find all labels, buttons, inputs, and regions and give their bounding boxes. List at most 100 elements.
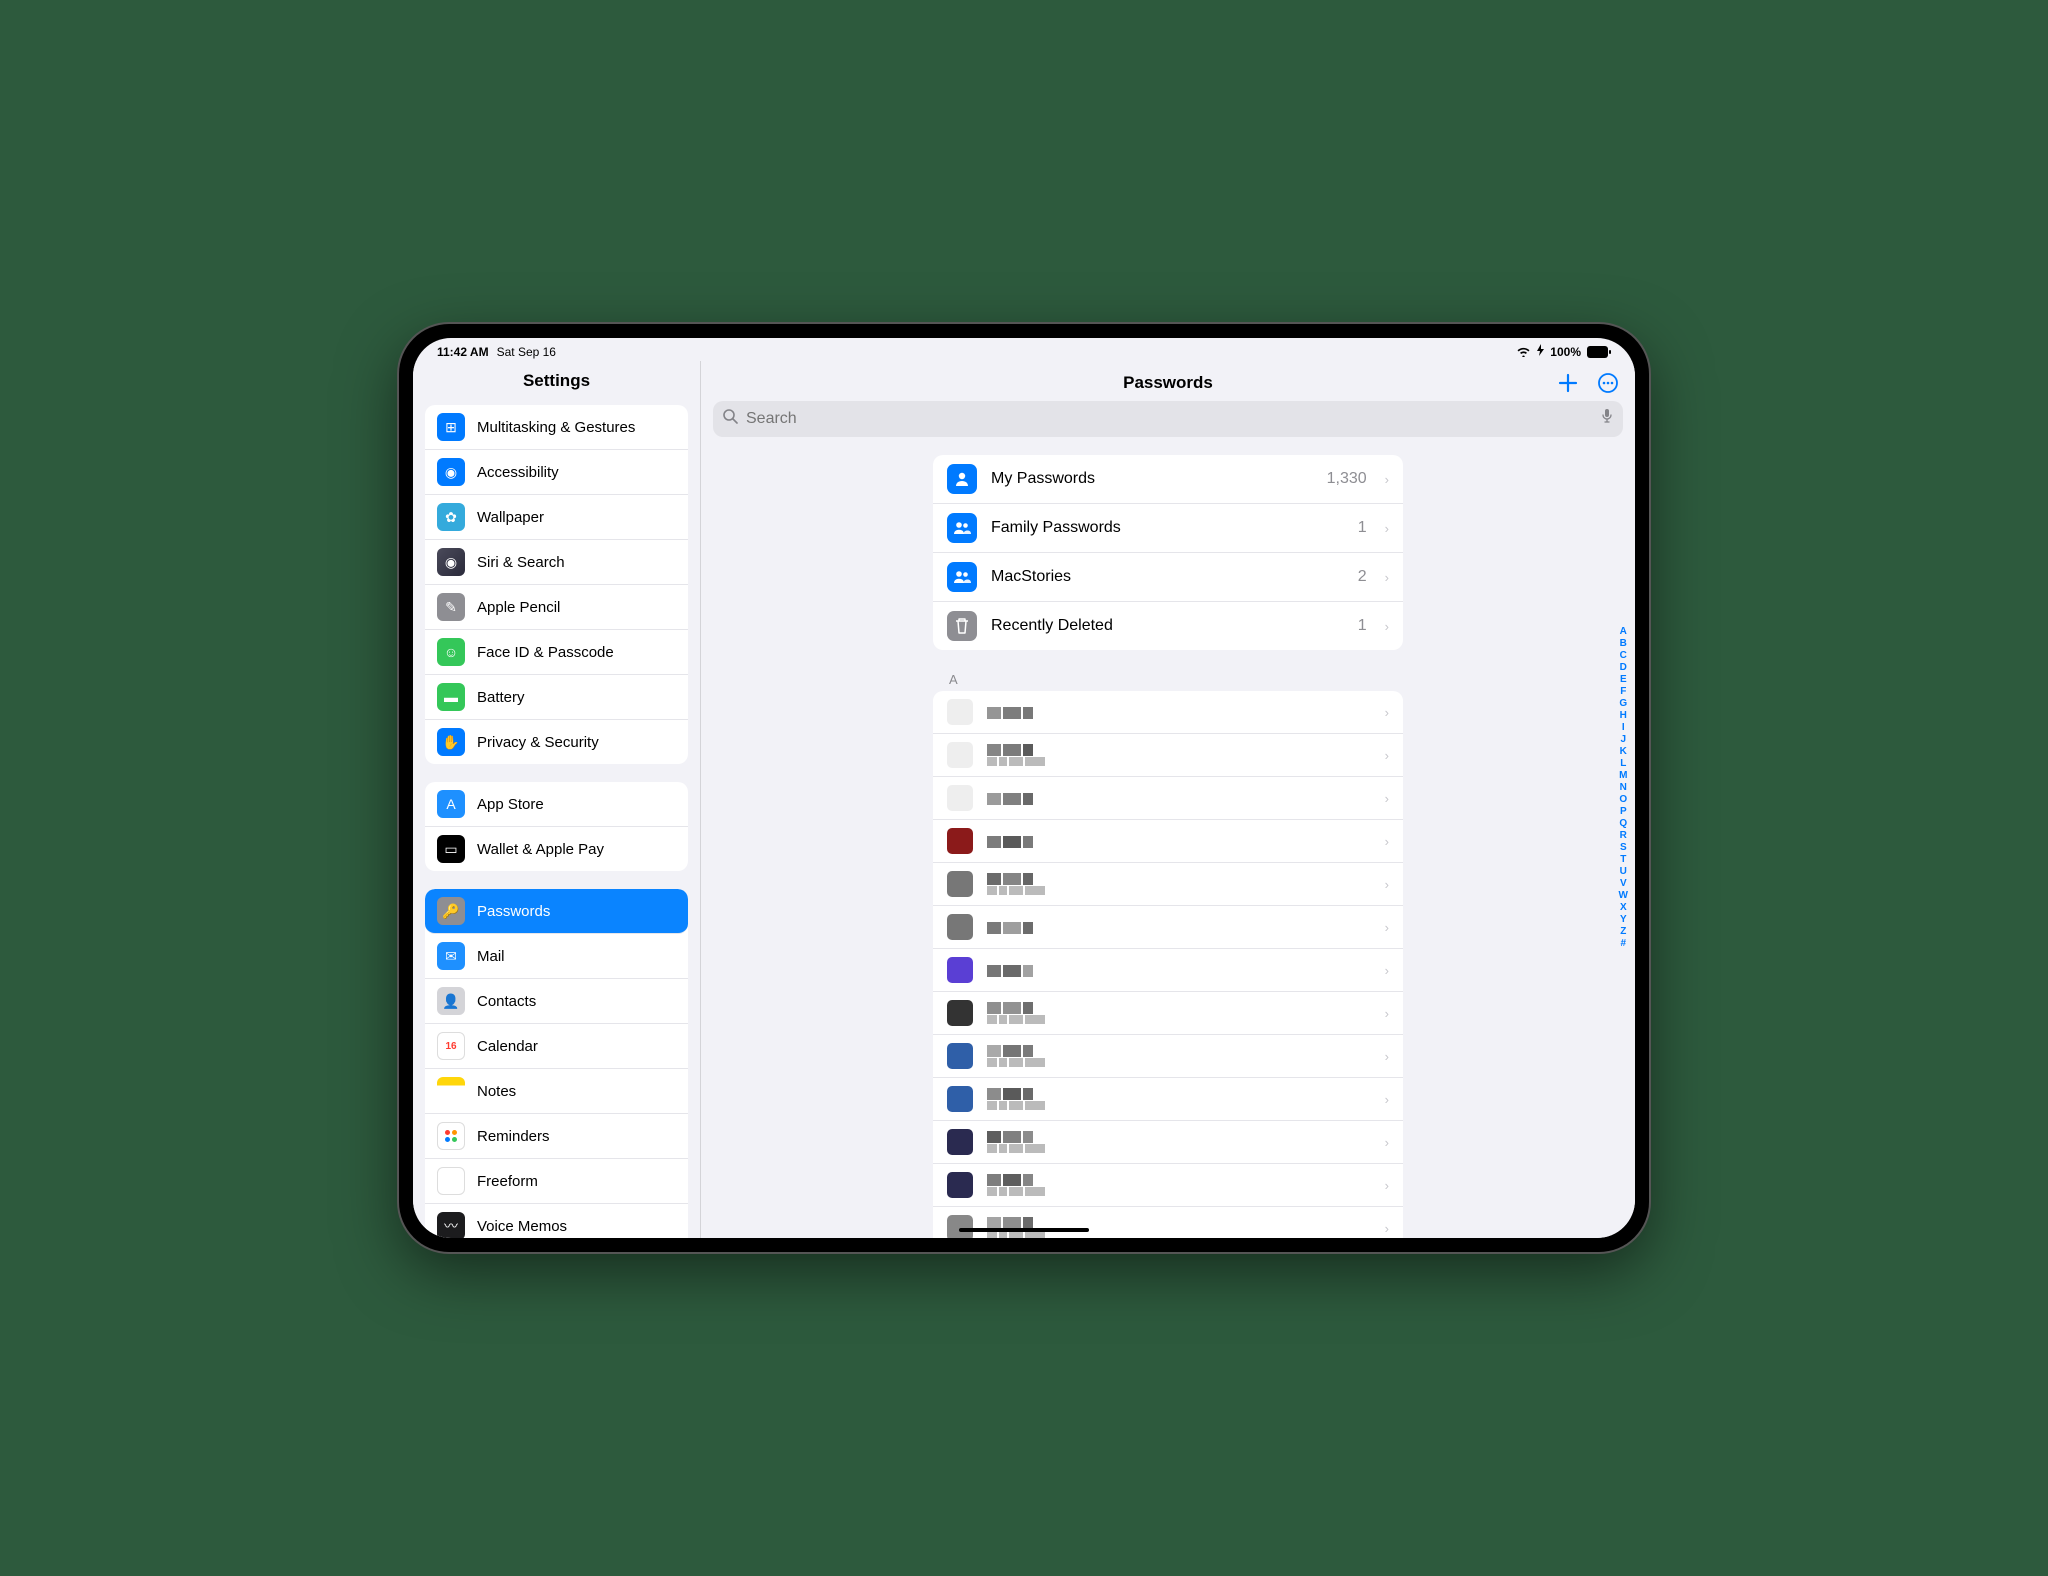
index-letter[interactable]: C xyxy=(1616,649,1631,661)
sidebar-item-label: Privacy & Security xyxy=(477,734,599,751)
sidebar-item-label: Voice Memos xyxy=(477,1218,567,1235)
chevron-right-icon: › xyxy=(1385,521,1389,536)
section-header: A xyxy=(933,670,1403,691)
chevron-right-icon: › xyxy=(1385,791,1389,806)
index-letter[interactable]: N xyxy=(1616,781,1631,793)
chevron-right-icon: › xyxy=(1385,963,1389,978)
more-options-button[interactable] xyxy=(1597,372,1619,394)
sidebar-item-face-id-passcode[interactable]: ☺Face ID & Passcode xyxy=(425,630,688,675)
index-letter[interactable]: # xyxy=(1616,937,1631,949)
sidebar-item-privacy-security[interactable]: ✋Privacy & Security xyxy=(425,720,688,764)
mail-icon: ✉ xyxy=(437,942,465,970)
sidebar-item-contacts[interactable]: 👤 Contacts xyxy=(425,979,688,1024)
index-letter[interactable]: U xyxy=(1616,865,1631,877)
index-letter[interactable]: J xyxy=(1616,733,1631,745)
index-letter[interactable]: K xyxy=(1616,745,1631,757)
index-letter[interactable]: G xyxy=(1616,697,1631,709)
index-letter[interactable]: F xyxy=(1616,685,1631,697)
password-entry[interactable]: › xyxy=(933,777,1403,820)
password-entry[interactable]: › xyxy=(933,1078,1403,1121)
group-label: MacStories xyxy=(991,568,1344,586)
index-letter[interactable]: Y xyxy=(1616,913,1631,925)
wifi-icon xyxy=(1516,346,1531,357)
password-group-recently-deleted[interactable]: Recently Deleted1› xyxy=(933,602,1403,650)
sidebar-item-passwords[interactable]: 🔑Passwords xyxy=(425,889,688,934)
charging-icon xyxy=(1537,344,1544,359)
favicon-icon xyxy=(947,914,973,940)
sidebar-item-label: Contacts xyxy=(477,993,536,1010)
sidebar-item-battery[interactable]: ▬Battery xyxy=(425,675,688,720)
index-letter[interactable]: T xyxy=(1616,853,1631,865)
battery-percent: 100% xyxy=(1550,345,1581,359)
password-entry[interactable]: › xyxy=(933,949,1403,992)
password-entry[interactable]: › xyxy=(933,992,1403,1035)
index-letter[interactable]: P xyxy=(1616,805,1631,817)
index-letter[interactable]: X xyxy=(1616,901,1631,913)
sidebar-item-calendar[interactable]: 16Calendar xyxy=(425,1024,688,1069)
sidebar-item-label: Mail xyxy=(477,948,505,965)
password-entry[interactable]: › xyxy=(933,1164,1403,1207)
sidebar-item-accessibility[interactable]: ◉Accessibility xyxy=(425,450,688,495)
contacts-icon: 👤 xyxy=(437,987,465,1015)
index-letter[interactable]: E xyxy=(1616,673,1631,685)
trash-icon xyxy=(947,611,977,641)
sidebar-item-label: Battery xyxy=(477,689,525,706)
password-entry-redacted xyxy=(987,1174,1371,1197)
index-letter[interactable]: A xyxy=(1616,625,1631,637)
chevron-right-icon: › xyxy=(1385,1049,1389,1064)
search-input[interactable] xyxy=(746,410,1593,428)
password-entry-redacted xyxy=(987,793,1371,803)
sidebar-item-wallet-apple-pay[interactable]: ▭Wallet & Apple Pay xyxy=(425,827,688,871)
freeform-icon: 〰 xyxy=(437,1167,465,1195)
index-letter[interactable]: I xyxy=(1616,721,1631,733)
alphabet-index[interactable]: ABCDEFGHIJKLMNOPQRSTUVWXYZ# xyxy=(1616,625,1631,949)
screen: 11:42 AM Sat Sep 16 100% Settings ⊞ xyxy=(413,338,1635,1238)
index-letter[interactable]: L xyxy=(1616,757,1631,769)
index-letter[interactable]: D xyxy=(1616,661,1631,673)
dictation-icon[interactable] xyxy=(1601,408,1613,430)
password-entry[interactable]: › xyxy=(933,691,1403,734)
search-bar[interactable] xyxy=(713,401,1623,437)
sidebar-item-reminders[interactable]: Reminders xyxy=(425,1114,688,1159)
index-letter[interactable]: H xyxy=(1616,709,1631,721)
password-entry-redacted xyxy=(987,873,1371,896)
sidebar-item-label: Wallet & Apple Pay xyxy=(477,841,604,858)
password-entry[interactable]: › xyxy=(933,1035,1403,1078)
index-letter[interactable]: B xyxy=(1616,637,1631,649)
chevron-right-icon: › xyxy=(1385,619,1389,634)
home-indicator[interactable] xyxy=(959,1228,1089,1232)
password-entry[interactable]: › xyxy=(933,906,1403,949)
index-letter[interactable]: O xyxy=(1616,793,1631,805)
sidebar-item-mail[interactable]: ✉ Mail xyxy=(425,934,688,979)
add-password-button[interactable] xyxy=(1557,372,1579,394)
sidebar-item-freeform[interactable]: 〰Freeform xyxy=(425,1159,688,1204)
password-group-my-passwords[interactable]: My Passwords1,330› xyxy=(933,455,1403,504)
index-letter[interactable]: Q xyxy=(1616,817,1631,829)
faceid-icon: ☺ xyxy=(437,638,465,666)
password-entry[interactable]: › xyxy=(933,1121,1403,1164)
sidebar-item-voice-memos[interactable]: 〰Voice Memos xyxy=(425,1204,688,1238)
password-entry[interactable]: › xyxy=(933,820,1403,863)
index-letter[interactable]: S xyxy=(1616,841,1631,853)
sidebar-item-app-store[interactable]: AApp Store xyxy=(425,782,688,827)
favicon-icon xyxy=(947,785,973,811)
index-letter[interactable]: Z xyxy=(1616,925,1631,937)
chevron-right-icon: › xyxy=(1385,1178,1389,1193)
sidebar-item-notes[interactable]: Notes xyxy=(425,1069,688,1114)
search-icon xyxy=(723,409,738,429)
password-entry[interactable]: › xyxy=(933,1207,1403,1238)
sidebar-item-apple-pencil[interactable]: ✎Apple Pencil xyxy=(425,585,688,630)
index-letter[interactable]: W xyxy=(1616,889,1631,901)
index-letter[interactable]: R xyxy=(1616,829,1631,841)
status-bar: 11:42 AM Sat Sep 16 100% xyxy=(413,338,1635,361)
sidebar-item-wallpaper[interactable]: ✿Wallpaper xyxy=(425,495,688,540)
group-label: Recently Deleted xyxy=(991,617,1344,635)
password-entry[interactable]: › xyxy=(933,734,1403,777)
index-letter[interactable]: M xyxy=(1616,769,1631,781)
password-group-family-passwords[interactable]: Family Passwords1› xyxy=(933,504,1403,553)
sidebar-item-multitasking-gestures[interactable]: ⊞Multitasking & Gestures xyxy=(425,405,688,450)
sidebar-item-siri-search[interactable]: ◉Siri & Search xyxy=(425,540,688,585)
password-entry[interactable]: › xyxy=(933,863,1403,906)
password-group-macstories[interactable]: MacStories2› xyxy=(933,553,1403,602)
index-letter[interactable]: V xyxy=(1616,877,1631,889)
